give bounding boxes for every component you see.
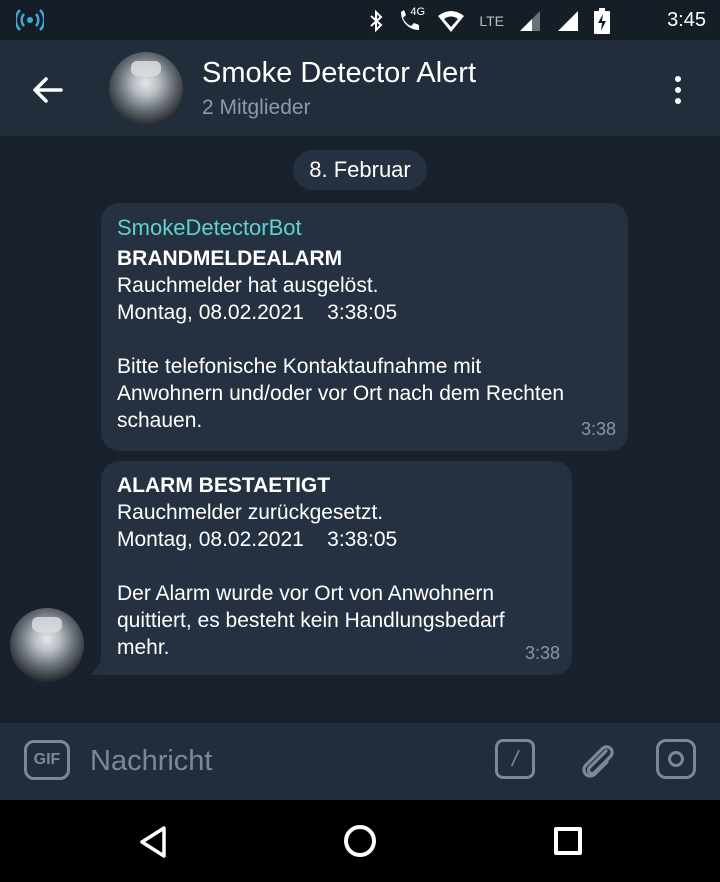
broadcast-icon — [16, 9, 44, 31]
message-line: mehr. — [117, 636, 170, 659]
smoke-detector-image — [32, 616, 62, 634]
more-vertical-icon[interactable] — [658, 68, 698, 112]
bluetooth-icon — [370, 9, 383, 33]
circle-home-icon[interactable] — [344, 825, 376, 857]
message-input[interactable] — [90, 739, 470, 783]
message-sender[interactable]: SmokeDetectorBot — [117, 213, 612, 243]
message-line: Rauchmelder zurückgesetzt. — [117, 501, 384, 524]
smoke-detector-image — [131, 60, 161, 78]
group-avatar[interactable] — [109, 52, 183, 126]
message-line: Montag, 08.02.2021 3:38:05 — [117, 528, 398, 551]
signal-icon — [558, 11, 578, 31]
message-bubble[interactable]: ALARM BESTAETIGT Rauchmelder zurückgeset… — [101, 461, 572, 675]
network-type-label: 4G — [410, 6, 426, 18]
arrow-left-icon — [33, 77, 63, 103]
system-navigation-bar — [0, 800, 720, 882]
triangle-back-icon[interactable] — [136, 822, 176, 862]
status-icons: 4G LTE — [369, 6, 610, 35]
message-line: Anwohnern und/oder vor Ort nach dem Rech… — [117, 382, 565, 405]
bot-command-button[interactable]: / — [495, 739, 535, 779]
message-composer: GIF / — [0, 723, 720, 800]
back-button[interactable] — [22, 64, 74, 116]
camera-icon[interactable] — [656, 739, 696, 779]
message-time: 3:38 — [580, 419, 616, 439]
lte-label: LTE — [479, 13, 504, 29]
wifi-icon — [438, 11, 465, 32]
sender-avatar[interactable] — [10, 608, 84, 682]
square-recent-icon[interactable] — [554, 827, 582, 855]
date-separator: 8. Februar — [293, 150, 427, 190]
message-bubble[interactable]: SmokeDetectorBot BRANDMELDEALARM Rauchme… — [101, 203, 628, 451]
message-line: BRANDMELDEALARM — [117, 247, 343, 270]
message-time: 3:38 — [524, 643, 560, 663]
battery-charging-icon — [594, 8, 610, 34]
wifi-calling-icon: 4G — [397, 6, 426, 34]
message-line: ALARM BESTAETIGT — [117, 474, 331, 497]
status-bar: 4G LTE 3:45 — [0, 0, 720, 40]
message-line: schauen. — [117, 409, 203, 432]
clock: 3:45 — [667, 9, 706, 31]
message-line: Montag, 08.02.2021 3:38:05 — [117, 301, 398, 324]
chat-header: Smoke Detector Alert 2 Mitglieder — [0, 40, 720, 136]
signal-icon — [520, 11, 540, 31]
message-line: quittiert, es besteht kein Handlungsbeda… — [117, 609, 505, 632]
message-line: Rauchmelder hat ausgelöst. — [117, 274, 379, 297]
gif-button[interactable]: GIF — [24, 740, 70, 780]
member-count: 2 Mitglieder — [202, 96, 311, 119]
paperclip-icon[interactable] — [576, 737, 616, 783]
chat-title[interactable]: Smoke Detector Alert — [202, 57, 476, 90]
message-line: Bitte telefonische Kontaktaufnahme mit — [117, 355, 482, 378]
message-line: Der Alarm wurde vor Ort von Anwohnern — [117, 582, 494, 605]
